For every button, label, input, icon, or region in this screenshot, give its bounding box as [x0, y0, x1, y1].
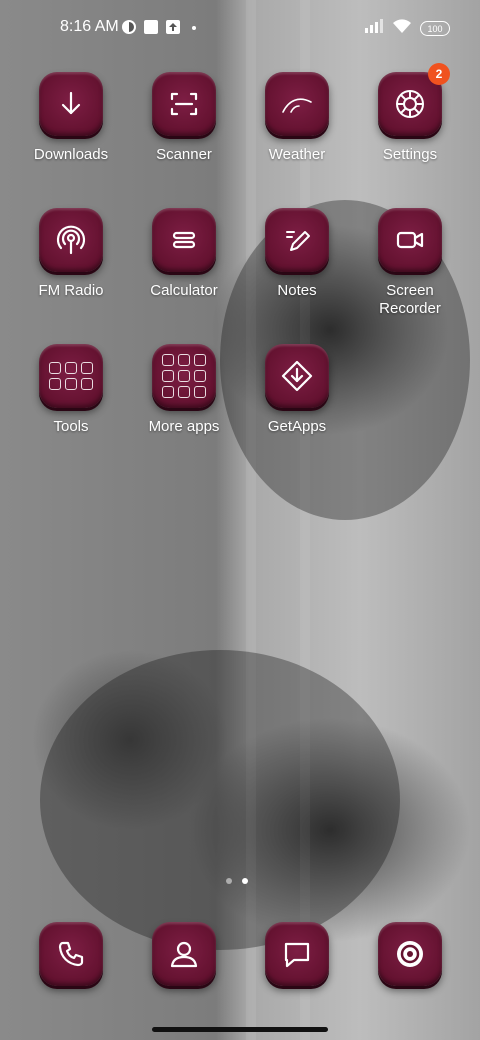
app-weather[interactable]: Weather [243, 72, 351, 164]
settings-gear-icon[interactable]: 2 [378, 63, 450, 136]
radio-icon[interactable] [39, 208, 103, 272]
folder-app-thumb [178, 386, 190, 398]
home-gesture-bar[interactable] [152, 1027, 328, 1032]
upload-notification-icon [165, 19, 181, 35]
folder-app-thumb [162, 370, 174, 382]
contacts-icon[interactable] [152, 922, 216, 986]
app-label: More apps [148, 418, 220, 435]
app-calculator[interactable]: Calculator [130, 208, 238, 300]
app-downloads[interactable]: Downloads [17, 72, 125, 164]
folder-app-thumb [194, 354, 206, 366]
video-camera-icon[interactable] [378, 208, 442, 272]
app-label: Weather [268, 146, 326, 163]
folder-app-thumb [49, 378, 61, 390]
dock-messages[interactable] [243, 922, 351, 986]
folder-tools[interactable]: Tools [17, 344, 125, 436]
phone-icon[interactable] [39, 922, 103, 986]
app-settings[interactable]: 2 Settings [356, 63, 464, 164]
square-notification-icon [143, 19, 159, 35]
data-saver-icon [121, 19, 137, 35]
page-dot[interactable] [226, 878, 232, 884]
folder-app-thumb [178, 370, 190, 382]
notification-dot [192, 26, 196, 30]
folder-app-thumb [194, 370, 206, 382]
status-time: 8:16 AM [60, 18, 119, 35]
wifi-icon [392, 18, 412, 39]
notification-badge: 2 [428, 63, 450, 85]
app-label: Scanner [156, 146, 212, 163]
app-fm-radio[interactable]: FM Radio [17, 208, 125, 300]
folder-app-thumb [162, 354, 174, 366]
app-label: Downloads [33, 146, 109, 163]
folder-app-thumb [65, 378, 77, 390]
folder-grid-icon[interactable] [39, 344, 103, 408]
folder-app-thumb [81, 362, 93, 374]
app-label: Notes [277, 282, 317, 299]
app-screen-recorder[interactable]: Screen Recorder [356, 208, 464, 318]
folder-app-thumb [162, 386, 174, 398]
weather-icon[interactable] [265, 72, 329, 136]
app-scanner[interactable]: Scanner [130, 72, 238, 164]
getapps-icon[interactable] [265, 344, 329, 408]
page-indicator [226, 878, 248, 884]
status-bar: 8:16 AM 100 [0, 0, 480, 56]
folder-grid-icon[interactable] [152, 344, 216, 408]
folder-app-thumb [65, 362, 77, 374]
scan-icon[interactable] [152, 72, 216, 136]
app-label: Settings [382, 146, 438, 163]
app-label: GetApps [267, 418, 327, 435]
dock-browser[interactable] [356, 922, 464, 986]
dock-phone[interactable] [17, 922, 125, 986]
calculator-icon[interactable] [152, 208, 216, 272]
folder-app-thumb [49, 362, 61, 374]
app-label: Screen Recorder [379, 282, 441, 317]
browser-icon[interactable] [378, 922, 442, 986]
wallpaper-statue-shape [40, 650, 400, 950]
app-label: FM Radio [38, 282, 104, 299]
messages-icon[interactable] [265, 922, 329, 986]
folder-app-thumb [194, 386, 206, 398]
battery-icon: 100 [420, 21, 450, 36]
app-getapps[interactable]: GetApps [243, 344, 351, 436]
folder-app-thumb [81, 378, 93, 390]
battery-level: 100 [427, 23, 443, 34]
download-icon[interactable] [39, 72, 103, 136]
app-label: Calculator [150, 282, 218, 299]
folder-app-thumb [178, 354, 190, 366]
folder-more-apps[interactable]: More apps [130, 344, 238, 436]
page-dot-active[interactable] [242, 878, 248, 884]
notes-icon[interactable] [265, 208, 329, 272]
dock-contacts[interactable] [130, 922, 238, 986]
app-notes[interactable]: Notes [243, 208, 351, 300]
signal-icon [364, 18, 384, 39]
app-label: Tools [53, 418, 89, 435]
